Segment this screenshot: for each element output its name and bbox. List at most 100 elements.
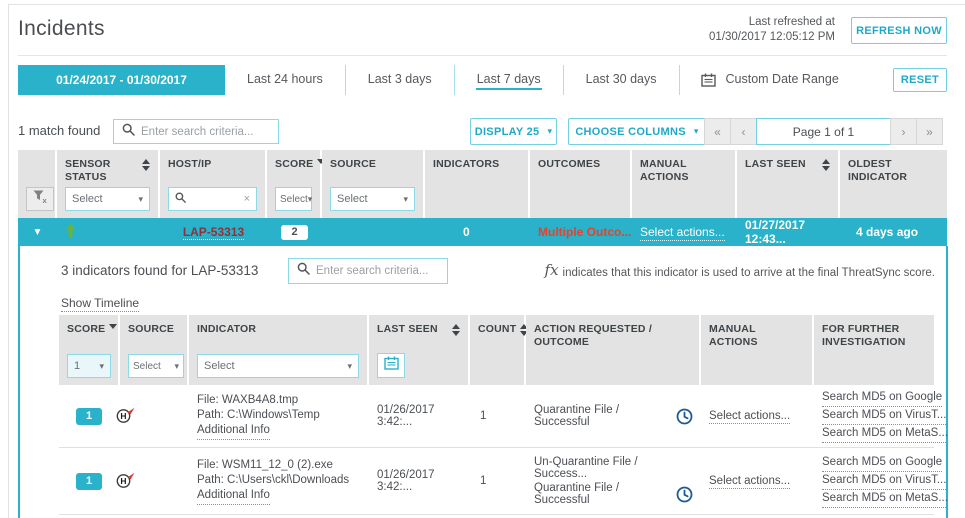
clear-filters-button[interactable]: x	[26, 187, 54, 211]
indicator-row: 1 H File: WAXB4A8.tmp Path: C:\Windows\T…	[59, 385, 948, 448]
indicator-path: Path: C:\Users\ckl\Downloads	[197, 473, 350, 486]
search-md5-google-link[interactable]: Search MD5 on Google	[822, 454, 943, 472]
reset-button[interactable]: RESET	[893, 68, 947, 92]
sort-icon[interactable]	[452, 324, 460, 336]
calendar-icon	[700, 73, 716, 87]
column-manual-actions: MANUAL ACTIONS	[701, 315, 814, 385]
sensor-up-icon	[65, 223, 76, 241]
prev-page-button[interactable]: ‹	[730, 118, 757, 145]
search-md5-virustotal-link[interactable]: Search MD5 on VirusT...	[822, 407, 947, 425]
source-filter[interactable]: Select ▾	[330, 187, 415, 211]
search-md5-google-link[interactable]: Search MD5 on Google	[822, 389, 943, 407]
search-md5-virustotal-link[interactable]: Search MD5 on VirusT...	[822, 472, 947, 490]
indicator-row: 1 H File: WSM11_12_0 (2).exe Path: C:\Us…	[59, 448, 948, 515]
incidents-table-header: x SENSOR STATUS Select▾ HOST/IP × SCORE	[18, 150, 947, 218]
display-count-button[interactable]: DISPLAY 25 ▾	[470, 118, 557, 145]
indicators-table-header: SCORE 1 ▾ SOURCE Select ▾ INDICATOR Select…	[59, 315, 934, 385]
count-cell: 1	[480, 410, 487, 422]
additional-info-link[interactable]: Additional Info	[197, 423, 270, 440]
indicator-file: File: WSM11_12_0 (2).exe	[197, 458, 333, 471]
oldest-indicator-cell: 4 days ago	[856, 225, 919, 239]
show-timeline-link[interactable]: Show Timeline	[61, 296, 140, 312]
chevron-down-icon: ▾	[138, 193, 143, 204]
count-cell: 1	[480, 475, 487, 487]
column-oldest-indicator: OLDEST INDICATOR	[840, 150, 947, 218]
host-ip-filter[interactable]: ×	[168, 187, 257, 211]
date-filter-button[interactable]	[377, 353, 405, 378]
first-page-button[interactable]: «	[704, 118, 731, 145]
indicators-search[interactable]	[288, 258, 448, 284]
score-badge: 1	[76, 473, 103, 490]
column-action-outcome: ACTION REQUESTED / OUTCOME	[526, 315, 701, 385]
sort-desc-icon[interactable]	[109, 324, 118, 329]
fx-icon: fx	[544, 261, 559, 279]
clock-icon	[676, 408, 693, 425]
score-cell: 2	[267, 224, 322, 240]
manual-actions-cell: Select actions...	[632, 225, 737, 241]
column-expander: x	[18, 150, 57, 218]
host-sensor-flag-icon: H	[115, 407, 136, 427]
column-manual-actions: MANUAL ACTIONS	[632, 150, 737, 218]
column-host-ip: HOST/IP ×	[160, 150, 267, 218]
refresh-now-button[interactable]: REFRESH NOW	[851, 17, 947, 44]
column-score: SCORE 1 ▾	[59, 315, 120, 385]
tab-last-7-days[interactable]: Last 7 days	[453, 65, 563, 95]
host-cell: LAP-53313	[160, 225, 267, 240]
score-filter[interactable]: 1 ▾	[67, 354, 111, 378]
last-seen-cell: 01/27/2017 12:43...	[745, 218, 806, 246]
additional-info-link[interactable]: Additional Info	[197, 488, 270, 505]
investigation-cell: Search MD5 on Google Search MD5 on Virus…	[814, 389, 948, 443]
incident-row[interactable]: ▼ LAP-53313 2 0 Multiple Outco... Select…	[18, 218, 947, 246]
search-md5-metascan-link[interactable]: Search MD5 on MetaS...	[822, 425, 948, 443]
indicator-filter[interactable]: Select ▾	[197, 354, 359, 378]
sort-icon[interactable]	[142, 159, 150, 171]
host-link[interactable]: LAP-53313	[182, 225, 245, 240]
select-actions-link[interactable]: Select actions...	[709, 475, 791, 489]
chevron-down-icon: ▾	[403, 193, 408, 204]
tab-last-3-days[interactable]: Last 3 days	[344, 65, 454, 95]
score-badge: 2	[281, 224, 308, 240]
incidents-search[interactable]	[113, 119, 279, 144]
column-count: COUNT	[470, 315, 529, 385]
page-title: Incidents	[18, 17, 105, 40]
column-further-investigation: FOR FURTHER INVESTIGATION	[814, 315, 934, 385]
sort-icon[interactable]	[822, 159, 830, 171]
chevron-down-icon: ▾	[347, 360, 352, 371]
column-last-seen: LAST SEEN	[737, 150, 840, 218]
score-filter[interactable]: Select ▾	[275, 187, 312, 211]
next-page-button[interactable]: ›	[890, 118, 917, 145]
outcomes-link[interactable]: Multiple Outco...	[530, 225, 632, 239]
last-page-button[interactable]: »	[916, 118, 943, 145]
column-indicators: INDICATORS	[425, 150, 530, 218]
source-filter[interactable]: Select ▾	[128, 354, 184, 378]
chevron-down-icon: ▾	[547, 126, 553, 136]
sensor-status-filter[interactable]: Select ▾	[65, 187, 150, 211]
tab-last-30-days[interactable]: Last 30 days	[562, 65, 679, 95]
source-cell: H	[115, 470, 189, 492]
column-source: SOURCE Select ▾	[120, 315, 189, 385]
source-cell: H	[115, 405, 189, 427]
indicators-search-input[interactable]	[316, 265, 439, 277]
search-md5-metascan-link[interactable]: Search MD5 on MetaS...	[822, 490, 948, 508]
collapse-row-icon[interactable]: ▼	[18, 227, 57, 238]
clock-icon	[676, 486, 693, 503]
tab-last-24-hours[interactable]: Last 24 hours	[225, 65, 345, 95]
calendar-icon	[383, 356, 399, 375]
select-actions-link[interactable]: Select actions...	[709, 410, 791, 424]
last-refreshed-label: Last refreshed at	[748, 16, 835, 28]
search-input[interactable]	[141, 125, 270, 138]
select-actions-link[interactable]: Select actions...	[640, 225, 725, 241]
tab-active-date-range[interactable]: 01/24/2017 - 01/30/2017	[18, 65, 225, 95]
score-cell: 1	[59, 408, 120, 425]
column-score: SCORE Select ▾	[267, 150, 326, 218]
filter-clear-icon: x	[33, 190, 48, 209]
score-cell: 1	[59, 473, 120, 490]
page-indicator: Page 1 of 1	[756, 118, 891, 145]
host-ip-filter-input[interactable]	[191, 193, 239, 205]
svg-text:H: H	[120, 476, 126, 486]
search-icon	[297, 262, 310, 280]
fx-note: fx indicates that this indicator is used …	[544, 261, 935, 279]
clear-icon[interactable]: ×	[244, 193, 250, 205]
tab-custom-date-range[interactable]: Custom Date Range	[678, 65, 861, 95]
choose-columns-button[interactable]: CHOOSE COLUMNS ▾	[568, 118, 706, 145]
